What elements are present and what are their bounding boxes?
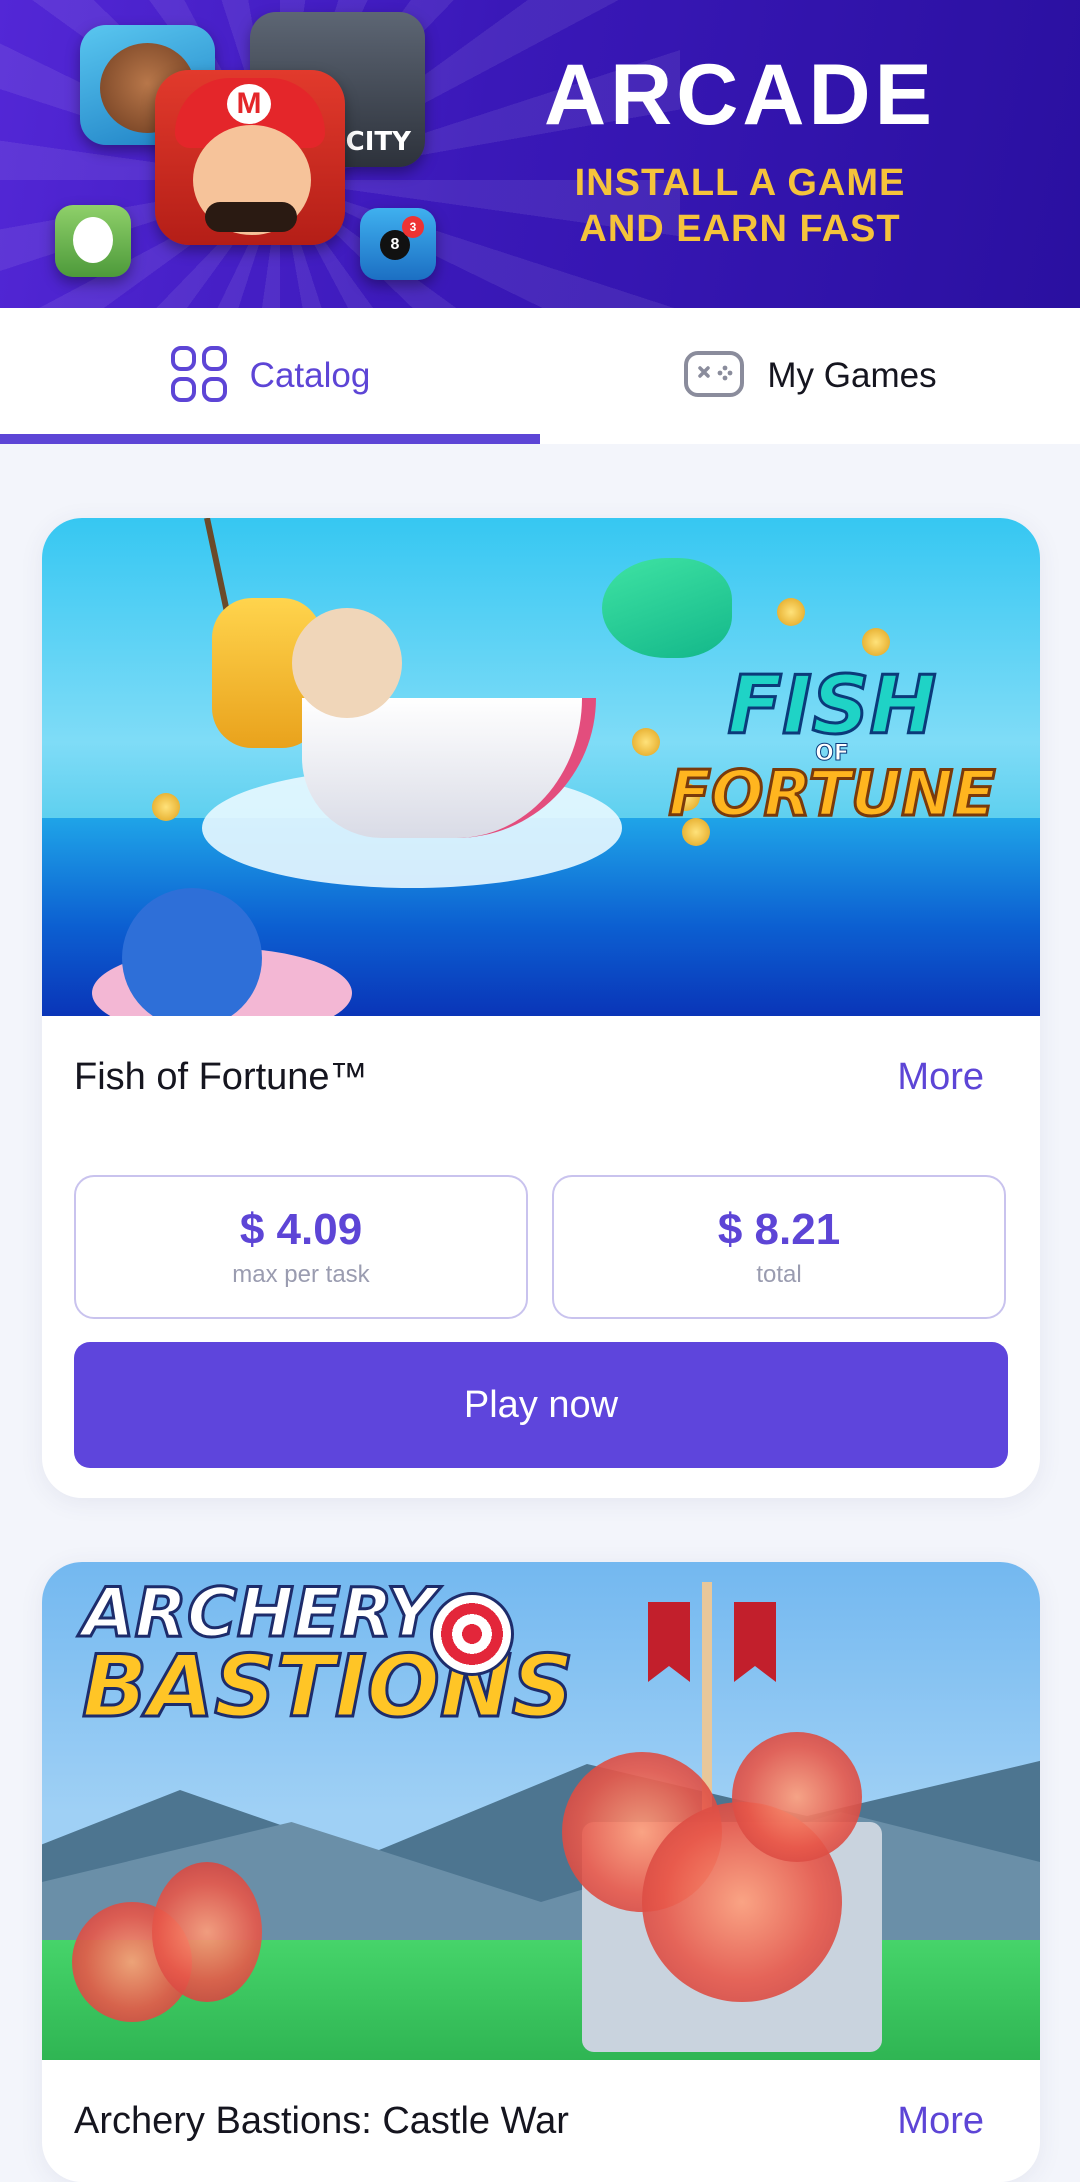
total-box: $ 8.21 total [552,1175,1006,1319]
gamepad-icon [683,350,745,403]
logo-word-3: FORTUNE [667,756,997,830]
total-label: total [756,1261,802,1288]
pool-game-icon: 8 3 [360,208,436,280]
flag-mast [702,1582,712,1812]
tab-my-games[interactable]: My Games [540,308,1080,444]
game-card: ARCHERY BASTIONS Archery Bastions: Castl… [42,1562,1040,2182]
max-per-task-box: $ 4.09 max per task [74,1175,528,1319]
tab-catalog-label: Catalog [249,356,371,395]
green-fish [602,558,732,658]
coin [777,598,805,626]
mario-logo: M [227,84,271,124]
more-link[interactable]: More [897,2100,984,2143]
banner-subtitle-line1: INSTALL A GAME [574,162,906,204]
banner-subtitle-line2: AND EARN FAST [579,208,901,250]
max-per-task-label: max per task [232,1261,370,1288]
tab-catalog[interactable]: Catalog [0,308,540,444]
mario-game-icon: M [155,70,345,245]
arcade-banner: M 8 3 ARCADE INSTALL A GAME AND EARN FAS… [0,0,1080,308]
max-per-task-value: $ 4.09 [239,1205,363,1254]
game-title: Archery Bastions: Castle War [74,2100,569,2142]
game-title: Fish of Fortune™ [74,1056,368,1098]
game-banner-image[interactable]: ARCHERY BASTIONS [42,1562,1040,2060]
banner-subtitle: INSTALL A GAME AND EARN FAST [520,160,960,252]
game-banner-image[interactable]: FISH OF FORTUNE [42,518,1040,1016]
game-card: FISH OF FORTUNE Fish of Fortune™ More $ … [42,518,1040,1498]
tab-my-games-label: My Games [767,356,937,395]
mario-mustache [205,202,297,232]
fisherman [292,608,402,718]
grid-icon [170,345,228,408]
three-ball: 3 [402,216,424,238]
chicken-game-icon [55,205,131,277]
tab-bar: Catalog My Games [0,308,1080,444]
coin [862,628,890,656]
total-value: $ 8.21 [717,1205,841,1254]
fish-of-fortune-logo: FISH OF FORTUNE [642,659,1022,830]
penguin [122,888,262,1016]
more-link[interactable]: More [897,1056,984,1099]
explosion [152,1862,262,2002]
coin [152,793,180,821]
explosion [732,1732,862,1862]
target-icon [430,1592,514,1676]
logo-word-1: FISH [726,659,938,752]
banner-title: ARCADE [544,47,936,143]
active-tab-indicator [0,434,540,444]
play-now-button[interactable]: Play now [74,1342,1008,1468]
